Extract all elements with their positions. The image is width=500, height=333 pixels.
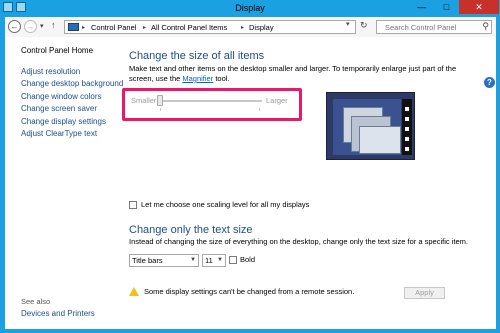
address-bar[interactable]: ▸ Control Panel ▸ All Control Panel Item…: [64, 20, 356, 34]
description-text: Make text and other items on the desktop…: [129, 64, 457, 83]
sidebar-item-screen-saver[interactable]: Change screen saver: [21, 104, 97, 113]
chevron-down-icon: ▼: [217, 257, 223, 263]
size-slider-track[interactable]: [157, 100, 262, 102]
page-description: Make text and other items on the desktop…: [129, 64, 479, 84]
breadcrumb-control-panel[interactable]: Control Panel: [91, 23, 136, 32]
remote-session-warning: Some display settings can't be changed f…: [129, 287, 354, 296]
apply-button[interactable]: Apply: [404, 287, 445, 299]
custom-scaling-label[interactable]: Let me choose one scaling level for all …: [141, 200, 309, 209]
text-size-description: Instead of changing the size of everythi…: [129, 237, 468, 246]
element-select-value: Title bars: [132, 256, 163, 265]
preview-charm-icon: [405, 127, 409, 131]
description-text-end: tool.: [213, 74, 230, 83]
sidebar-home[interactable]: Control Panel Home: [21, 46, 93, 55]
preview-charm-icon: [405, 117, 409, 121]
search-icon[interactable]: ⚲: [482, 21, 489, 32]
warning-icon: [129, 287, 139, 296]
custom-scaling-checkbox[interactable]: [129, 200, 137, 209]
breadcrumb-all-items[interactable]: All Control Panel Items: [151, 23, 227, 32]
sidebar-item-adjust-resolution[interactable]: Adjust resolution: [21, 67, 80, 76]
refresh-icon[interactable]: ↻: [360, 20, 368, 31]
font-size-select[interactable]: 11 ▼: [202, 254, 226, 267]
address-dropdown-icon[interactable]: ▾: [346, 20, 350, 28]
preview-screen: [333, 99, 401, 155]
custom-scaling-row[interactable]: Let me choose one scaling level for all …: [129, 200, 309, 209]
forward-button[interactable]: →: [24, 20, 37, 33]
sidebar-item-cleartype[interactable]: Adjust ClearType text: [21, 129, 97, 138]
monitor-icon: [68, 23, 79, 31]
element-select[interactable]: Title bars ▼: [129, 254, 199, 267]
bold-label[interactable]: Bold: [240, 255, 255, 264]
breadcrumb-separator: ▸: [241, 25, 245, 31]
content-area: Control Panel Home Adjust resolution Cha…: [5, 37, 496, 329]
title-bar[interactable]: Display — □ ✕: [0, 0, 500, 16]
up-button[interactable]: ↑: [51, 20, 56, 30]
size-slider-thumb[interactable]: [157, 95, 163, 106]
sidebar: Control Panel Home Adjust resolution Cha…: [5, 37, 123, 329]
recent-locations-dropdown[interactable]: ▾: [40, 22, 44, 30]
text-size-heading: Change only the text size: [129, 224, 253, 236]
slider-min-label: Smaller: [131, 96, 157, 105]
display-preview: [326, 92, 415, 160]
preview-charm-icon: [405, 137, 409, 141]
navigation-bar: ← → ▾ ↑ ▸ Control Panel ▸ All Control Pa…: [5, 17, 496, 37]
see-also-heading: See also: [21, 297, 51, 306]
slider-tick: [259, 108, 260, 111]
preview-window: [359, 126, 401, 154]
sidebar-item-window-colors[interactable]: Change window colors: [21, 92, 102, 101]
breadcrumb-separator: ▸: [82, 25, 86, 31]
breadcrumb-separator: ▸: [143, 25, 147, 31]
search-box[interactable]: ⚲: [376, 20, 492, 34]
slider-max-label: Larger: [266, 96, 288, 105]
bold-option[interactable]: Bold: [229, 255, 255, 264]
preview-charm-icon: [405, 107, 409, 111]
sidebar-item-desktop-background[interactable]: Change desktop background: [21, 79, 123, 88]
search-input[interactable]: [377, 21, 477, 33]
preview-charm-icon: [405, 147, 409, 151]
warning-text: Some display settings can't be changed f…: [144, 287, 355, 296]
see-also-devices-printers[interactable]: Devices and Printers: [21, 309, 95, 318]
slider-tick: [160, 108, 161, 111]
page-title: Change the size of all items: [129, 50, 265, 62]
font-size-select-value: 11: [205, 256, 213, 265]
back-button[interactable]: ←: [8, 20, 21, 33]
display-window: Display — □ ✕ ← → ▾ ↑ ▸ Control Panel ▸ …: [0, 0, 500, 333]
help-icon[interactable]: ?: [484, 77, 495, 88]
main-panel: Change the size of all items Make text a…: [122, 37, 496, 329]
chevron-down-icon: ▼: [190, 257, 196, 263]
maximize-button[interactable]: □: [434, 0, 459, 14]
breadcrumb-display[interactable]: Display: [249, 23, 274, 32]
minimize-button[interactable]: —: [409, 0, 434, 14]
magnifier-link[interactable]: Magnifier: [182, 74, 213, 83]
close-button[interactable]: ✕: [459, 0, 499, 14]
sidebar-item-display-settings[interactable]: Change display settings: [21, 117, 106, 126]
bold-checkbox[interactable]: [229, 255, 237, 264]
